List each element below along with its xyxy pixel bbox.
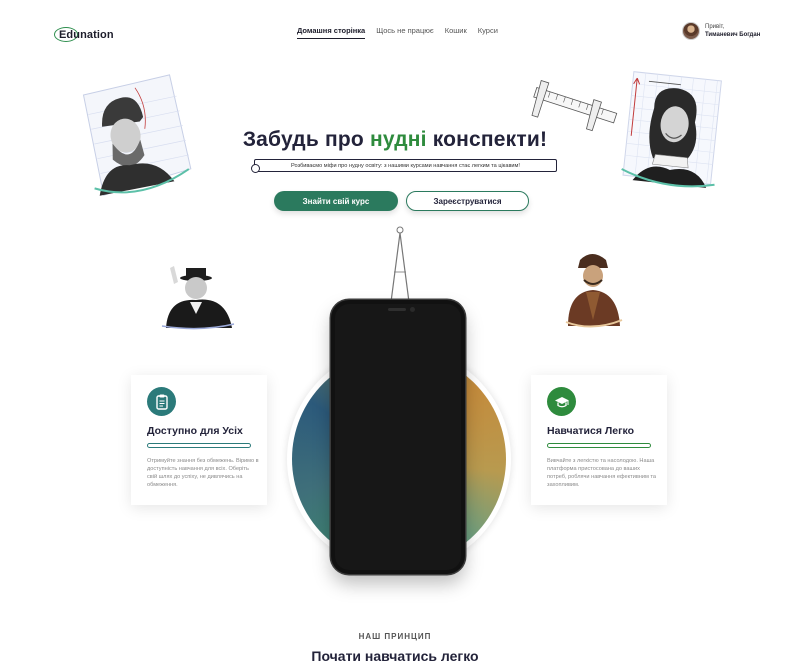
feature-card-easy: Навчатися Легко Вивчайте з легкістю та н…	[531, 375, 667, 505]
feature-underline	[547, 443, 651, 448]
hero-subtitle-scroll: Розбиваємо міфи про нудну освіту: з наши…	[251, 159, 557, 173]
nav-item-courses[interactable]: Курси	[478, 26, 498, 39]
document-icon	[147, 387, 176, 416]
phone-camera	[410, 307, 415, 312]
phone-screen	[335, 304, 461, 570]
section-title: Почати навчатись легко	[311, 648, 479, 661]
phone-speaker	[388, 308, 406, 311]
scroll-curl	[251, 164, 260, 173]
user-name: Тиманевич Богдан	[705, 32, 761, 38]
hero-title-accent: нудні	[369, 128, 427, 151]
hero-title-part1: Забудь про	[242, 128, 370, 151]
avatar[interactable]	[682, 22, 700, 40]
main-nav: Домашня сторінка Щось не працює Кошик Ку…	[297, 26, 498, 39]
hero-title-part2: конспекти!	[426, 128, 548, 151]
register-button[interactable]: Зареєструватися	[406, 191, 529, 211]
section-kicker: НАШ ПРИНЦИП	[358, 632, 432, 641]
churchill-portrait	[161, 266, 235, 330]
graduation-cap-icon	[547, 387, 576, 416]
find-course-button[interactable]: Знайти свій курс	[274, 191, 398, 211]
feature-text: Отримуйте знання без обмежень. Віримо в …	[147, 458, 259, 488]
feature-underline	[147, 443, 251, 448]
hero-subtitle: Розбиваємо міфи про нудну освіту: з наши…	[291, 162, 520, 169]
nav-item-broken[interactable]: Щось не працює	[376, 26, 434, 39]
phone-mockup	[331, 300, 465, 574]
user-profile[interactable]: Привіт, Тиманевич Богдан	[682, 22, 760, 40]
nav-item-cart[interactable]: Кошик	[445, 26, 467, 39]
logo[interactable]: Edunation	[54, 27, 114, 43]
user-greeting: Привіт,	[705, 24, 725, 30]
nav-item-home[interactable]: Домашня сторінка	[297, 26, 366, 39]
feature-text: Вивчайте з легкістю та насолодою. Наша п…	[547, 458, 657, 488]
feature-title: Навчатися Легко	[547, 425, 635, 437]
compass-drawing	[390, 226, 410, 303]
feature-title: Доступно для Усіх	[147, 425, 243, 437]
user-text: Привіт, Тиманевич Богдан	[705, 23, 760, 39]
feature-card-accessible: Доступно для Усіх Отримуйте знання без о…	[131, 375, 267, 505]
cossack-portrait	[565, 254, 623, 328]
logo-text: Edunation	[59, 29, 114, 41]
hero-title: Забудь про нудні конспекти!	[0, 128, 790, 152]
